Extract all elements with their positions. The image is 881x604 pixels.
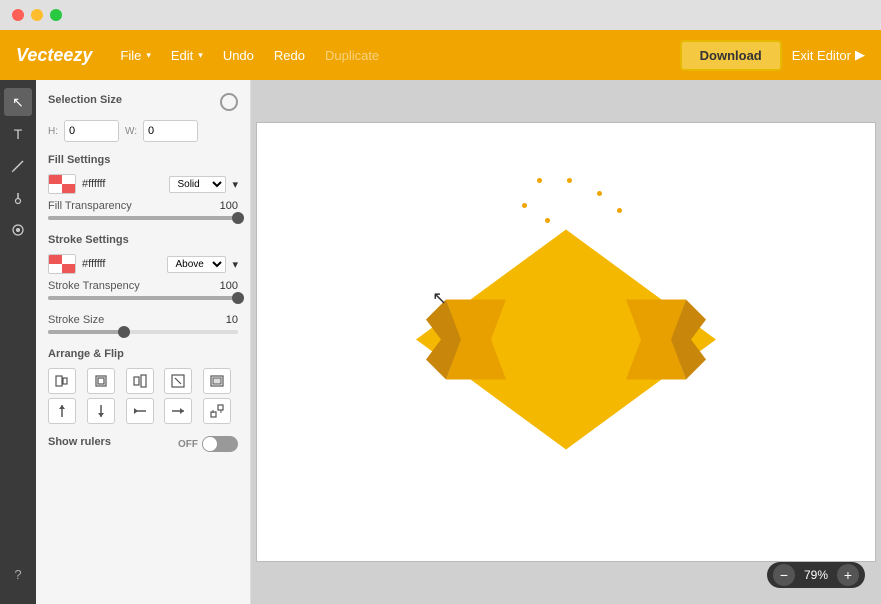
stroke-chevron[interactable]: ▾ xyxy=(232,258,238,271)
select-tool[interactable]: ↖ xyxy=(4,88,32,116)
stroke-size-row: Stroke Size 10 xyxy=(48,314,238,326)
fill-transparency-row: Fill Transparency 100 xyxy=(48,200,238,212)
arrange-buttons-row1 xyxy=(48,368,238,394)
h-input[interactable] xyxy=(64,120,119,142)
nav-right: Download Exit Editor ▶ xyxy=(680,40,865,71)
logo: Vecteezy xyxy=(16,45,92,66)
h-label: H: xyxy=(48,126,58,137)
arrange-btn-9[interactable] xyxy=(203,398,231,424)
shapes-tool[interactable] xyxy=(4,216,32,244)
exit-editor-button[interactable]: Exit Editor ▶ xyxy=(792,47,865,63)
zoom-out-button[interactable]: − xyxy=(773,564,795,586)
selection-dot-2 xyxy=(567,178,572,183)
stroke-transparency-row: Stroke Transpency 100 xyxy=(48,280,238,292)
title-bar xyxy=(0,0,881,30)
fill-transparency-value: 100 xyxy=(220,200,238,212)
brush-tool[interactable] xyxy=(4,184,32,212)
stroke-size-value: 10 xyxy=(226,314,238,326)
arrange-btn-4[interactable] xyxy=(203,368,231,394)
selection-dot-4 xyxy=(597,191,602,196)
selection-circle-icon xyxy=(220,93,238,111)
icon-toolbar: ↖ T xyxy=(0,80,36,604)
fill-color-value: #ffffff xyxy=(82,178,163,190)
stroke-color-swatch[interactable] xyxy=(48,254,76,274)
close-button[interactable] xyxy=(12,9,24,21)
arrange-btn-3[interactable] xyxy=(164,368,192,394)
selection-size-title: Selection Size xyxy=(48,94,122,106)
rulers-toggle[interactable]: OFF xyxy=(178,436,238,452)
arrange-btn-6[interactable] xyxy=(87,398,115,424)
stroke-transparency-value: 100 xyxy=(220,280,238,292)
arrange-flip-title: Arrange & Flip xyxy=(48,348,238,360)
arrange-btn-8[interactable] xyxy=(164,398,192,424)
stroke-size-slider[interactable] xyxy=(48,330,238,334)
maximize-button[interactable] xyxy=(50,9,62,21)
left-panel: Selection Size H: W: Fill Settings #ffff… xyxy=(36,80,251,604)
arrange-btn-0[interactable] xyxy=(48,368,76,394)
fill-type-select[interactable]: Solid Linear Radial None xyxy=(169,176,226,193)
toggle-track[interactable] xyxy=(202,436,238,452)
zoom-controls: − 79% + xyxy=(767,562,865,588)
minimize-button[interactable] xyxy=(31,9,43,21)
download-button[interactable]: Download xyxy=(680,40,782,71)
banner-svg xyxy=(376,200,756,480)
pen-tool[interactable] xyxy=(4,152,32,180)
stroke-transparency-label: Stroke Transpency xyxy=(48,280,140,292)
rulers-row: Show rulers OFF xyxy=(48,432,238,456)
stroke-color-value: #ffffff xyxy=(82,258,161,270)
nav-duplicate: Duplicate xyxy=(317,44,387,67)
nav-file[interactable]: File▾ xyxy=(112,44,158,67)
nav-menu: File▾ Edit▾ Undo Redo Duplicate xyxy=(112,44,679,67)
zoom-in-button[interactable]: + xyxy=(837,564,859,586)
toggle-state-label: OFF xyxy=(178,439,198,450)
nav-redo[interactable]: Redo xyxy=(266,44,313,67)
fill-type-chevron[interactable]: ▾ xyxy=(232,178,238,191)
w-input[interactable] xyxy=(143,120,198,142)
fill-row: #ffffff Solid Linear Radial None ▾ xyxy=(48,174,238,194)
zoom-value: 79% xyxy=(801,568,831,582)
size-inputs: H: W: xyxy=(48,120,238,142)
arrange-buttons-row2 xyxy=(48,398,238,424)
topnav: Vecteezy File▾ Edit▾ Undo Redo Duplicate… xyxy=(0,30,881,80)
stroke-row: #ffffff Above Below Center ▾ xyxy=(48,254,238,274)
stroke-settings-title: Stroke Settings xyxy=(48,234,238,246)
stroke-position-select[interactable]: Above Below Center xyxy=(167,256,226,273)
toggle-thumb xyxy=(203,437,217,451)
nav-edit[interactable]: Edit▾ xyxy=(163,44,211,67)
fill-transparency-label: Fill Transparency xyxy=(48,200,132,212)
stroke-transparency-slider[interactable] xyxy=(48,296,238,300)
selection-dot-1 xyxy=(537,178,542,183)
show-rulers-label: Show rulers xyxy=(48,436,111,448)
w-label: W: xyxy=(125,126,137,137)
fill-color-swatch[interactable] xyxy=(48,174,76,194)
artwork xyxy=(376,200,756,485)
help-tool[interactable]: ? xyxy=(4,560,32,588)
app: Vecteezy File▾ Edit▾ Undo Redo Duplicate… xyxy=(0,30,881,604)
canvas[interactable]: ↖ xyxy=(256,122,876,562)
arrange-btn-1[interactable] xyxy=(87,368,115,394)
canvas-area[interactable]: ↖ − 79% + xyxy=(251,80,881,604)
selection-size-section: Selection Size xyxy=(48,90,238,114)
content-area: ↖ T xyxy=(0,80,881,604)
arrange-btn-2[interactable] xyxy=(126,368,154,394)
arrange-btn-5[interactable] xyxy=(48,398,76,424)
fill-settings-title: Fill Settings xyxy=(48,154,238,166)
stroke-size-label: Stroke Size xyxy=(48,314,104,326)
text-tool[interactable]: T xyxy=(4,120,32,148)
nav-undo[interactable]: Undo xyxy=(215,44,262,67)
arrange-btn-7[interactable] xyxy=(126,398,154,424)
fill-transparency-slider[interactable] xyxy=(48,216,238,220)
